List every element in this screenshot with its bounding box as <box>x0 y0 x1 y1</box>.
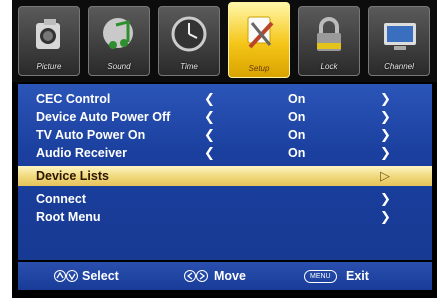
menu-item-value: On <box>288 110 306 124</box>
right-arrow-icon[interactable]: ❯ <box>380 126 391 144</box>
tab-setup[interactable]: Setup <box>228 2 290 78</box>
right-arrow-icon[interactable]: ❯ <box>380 108 391 126</box>
camera-icon <box>36 19 60 49</box>
menu-tab-bar: Picture Sound Time Setup Lock Channel <box>12 0 437 82</box>
tab-label: Sound <box>107 62 131 71</box>
left-arrow-icon[interactable]: ❮ <box>204 144 215 162</box>
menu-key-icon: MENU <box>304 270 337 283</box>
menu-item-label: Connect <box>36 192 86 206</box>
tab-time[interactable]: Time <box>158 6 220 76</box>
tab-label: Setup <box>248 64 270 73</box>
clock-icon <box>171 16 207 52</box>
menu-item-value: On <box>288 128 306 142</box>
menu-item-device-auto-power-off[interactable]: Device Auto Power Off ❮ On ❯ <box>18 108 432 126</box>
right-arrow-icon[interactable]: ❯ <box>380 144 391 162</box>
right-arrow-icon[interactable]: ❯ <box>380 90 391 108</box>
menu-item-label: Audio Receiver <box>36 146 128 160</box>
menu-item-value: On <box>288 146 306 160</box>
menu-item-root-menu[interactable]: Root Menu ❯ <box>18 208 432 226</box>
tab-sound[interactable]: Sound <box>88 6 150 76</box>
menu-item-label: Device Auto Power Off <box>36 110 171 124</box>
menu-item-tv-auto-power-on[interactable]: TV Auto Power On ❮ On ❯ <box>18 126 432 144</box>
move-hint: Move <box>214 269 246 283</box>
left-arrow-icon[interactable]: ❮ <box>204 126 215 144</box>
left-arrow-icon[interactable]: ❮ <box>204 90 215 108</box>
monitor-icon <box>384 23 416 50</box>
left-right-buttons-icon <box>184 270 208 282</box>
right-arrow-icon[interactable]: ❯ <box>380 208 391 226</box>
menu-item-label: CEC Control <box>36 92 111 106</box>
tab-label: Lock <box>320 62 338 71</box>
right-arrow-icon[interactable]: ❯ <box>380 190 391 208</box>
tab-lock[interactable]: Lock <box>298 6 360 76</box>
right-arrow-outline-icon[interactable]: ▷ <box>380 166 390 186</box>
tab-label: Channel <box>384 62 414 71</box>
up-down-buttons-icon <box>54 270 78 282</box>
menu-item-label: Device Lists <box>36 169 109 183</box>
menu-item-audio-receiver[interactable]: Audio Receiver ❮ On ❯ <box>18 144 432 162</box>
menu-item-cec-control[interactable]: CEC Control ❮ On ❯ <box>18 90 432 108</box>
music-note-icon <box>103 18 133 49</box>
tab-channel[interactable]: Channel <box>368 6 430 76</box>
select-hint: Select <box>82 269 119 283</box>
tab-label: Time <box>180 62 198 71</box>
menu-item-label: Root Menu <box>36 210 101 224</box>
tools-icon <box>247 16 274 49</box>
setup-menu-panel: CEC Control ❮ On ❯ Device Auto Power Off… <box>18 84 432 260</box>
left-arrow-icon[interactable]: ❮ <box>204 108 215 126</box>
menu-item-label: TV Auto Power On <box>36 128 146 142</box>
menu-item-device-lists[interactable]: Device Lists ▷ <box>18 166 432 186</box>
menu-item-value: On <box>288 92 306 106</box>
tab-label: Picture <box>36 62 62 71</box>
tab-picture[interactable]: Picture <box>18 6 80 76</box>
exit-hint: Exit <box>346 269 369 283</box>
padlock-icon <box>317 17 341 51</box>
menu-item-connect[interactable]: Connect ❯ <box>18 190 432 208</box>
help-bar: Select Move MENU Exit <box>18 262 432 290</box>
